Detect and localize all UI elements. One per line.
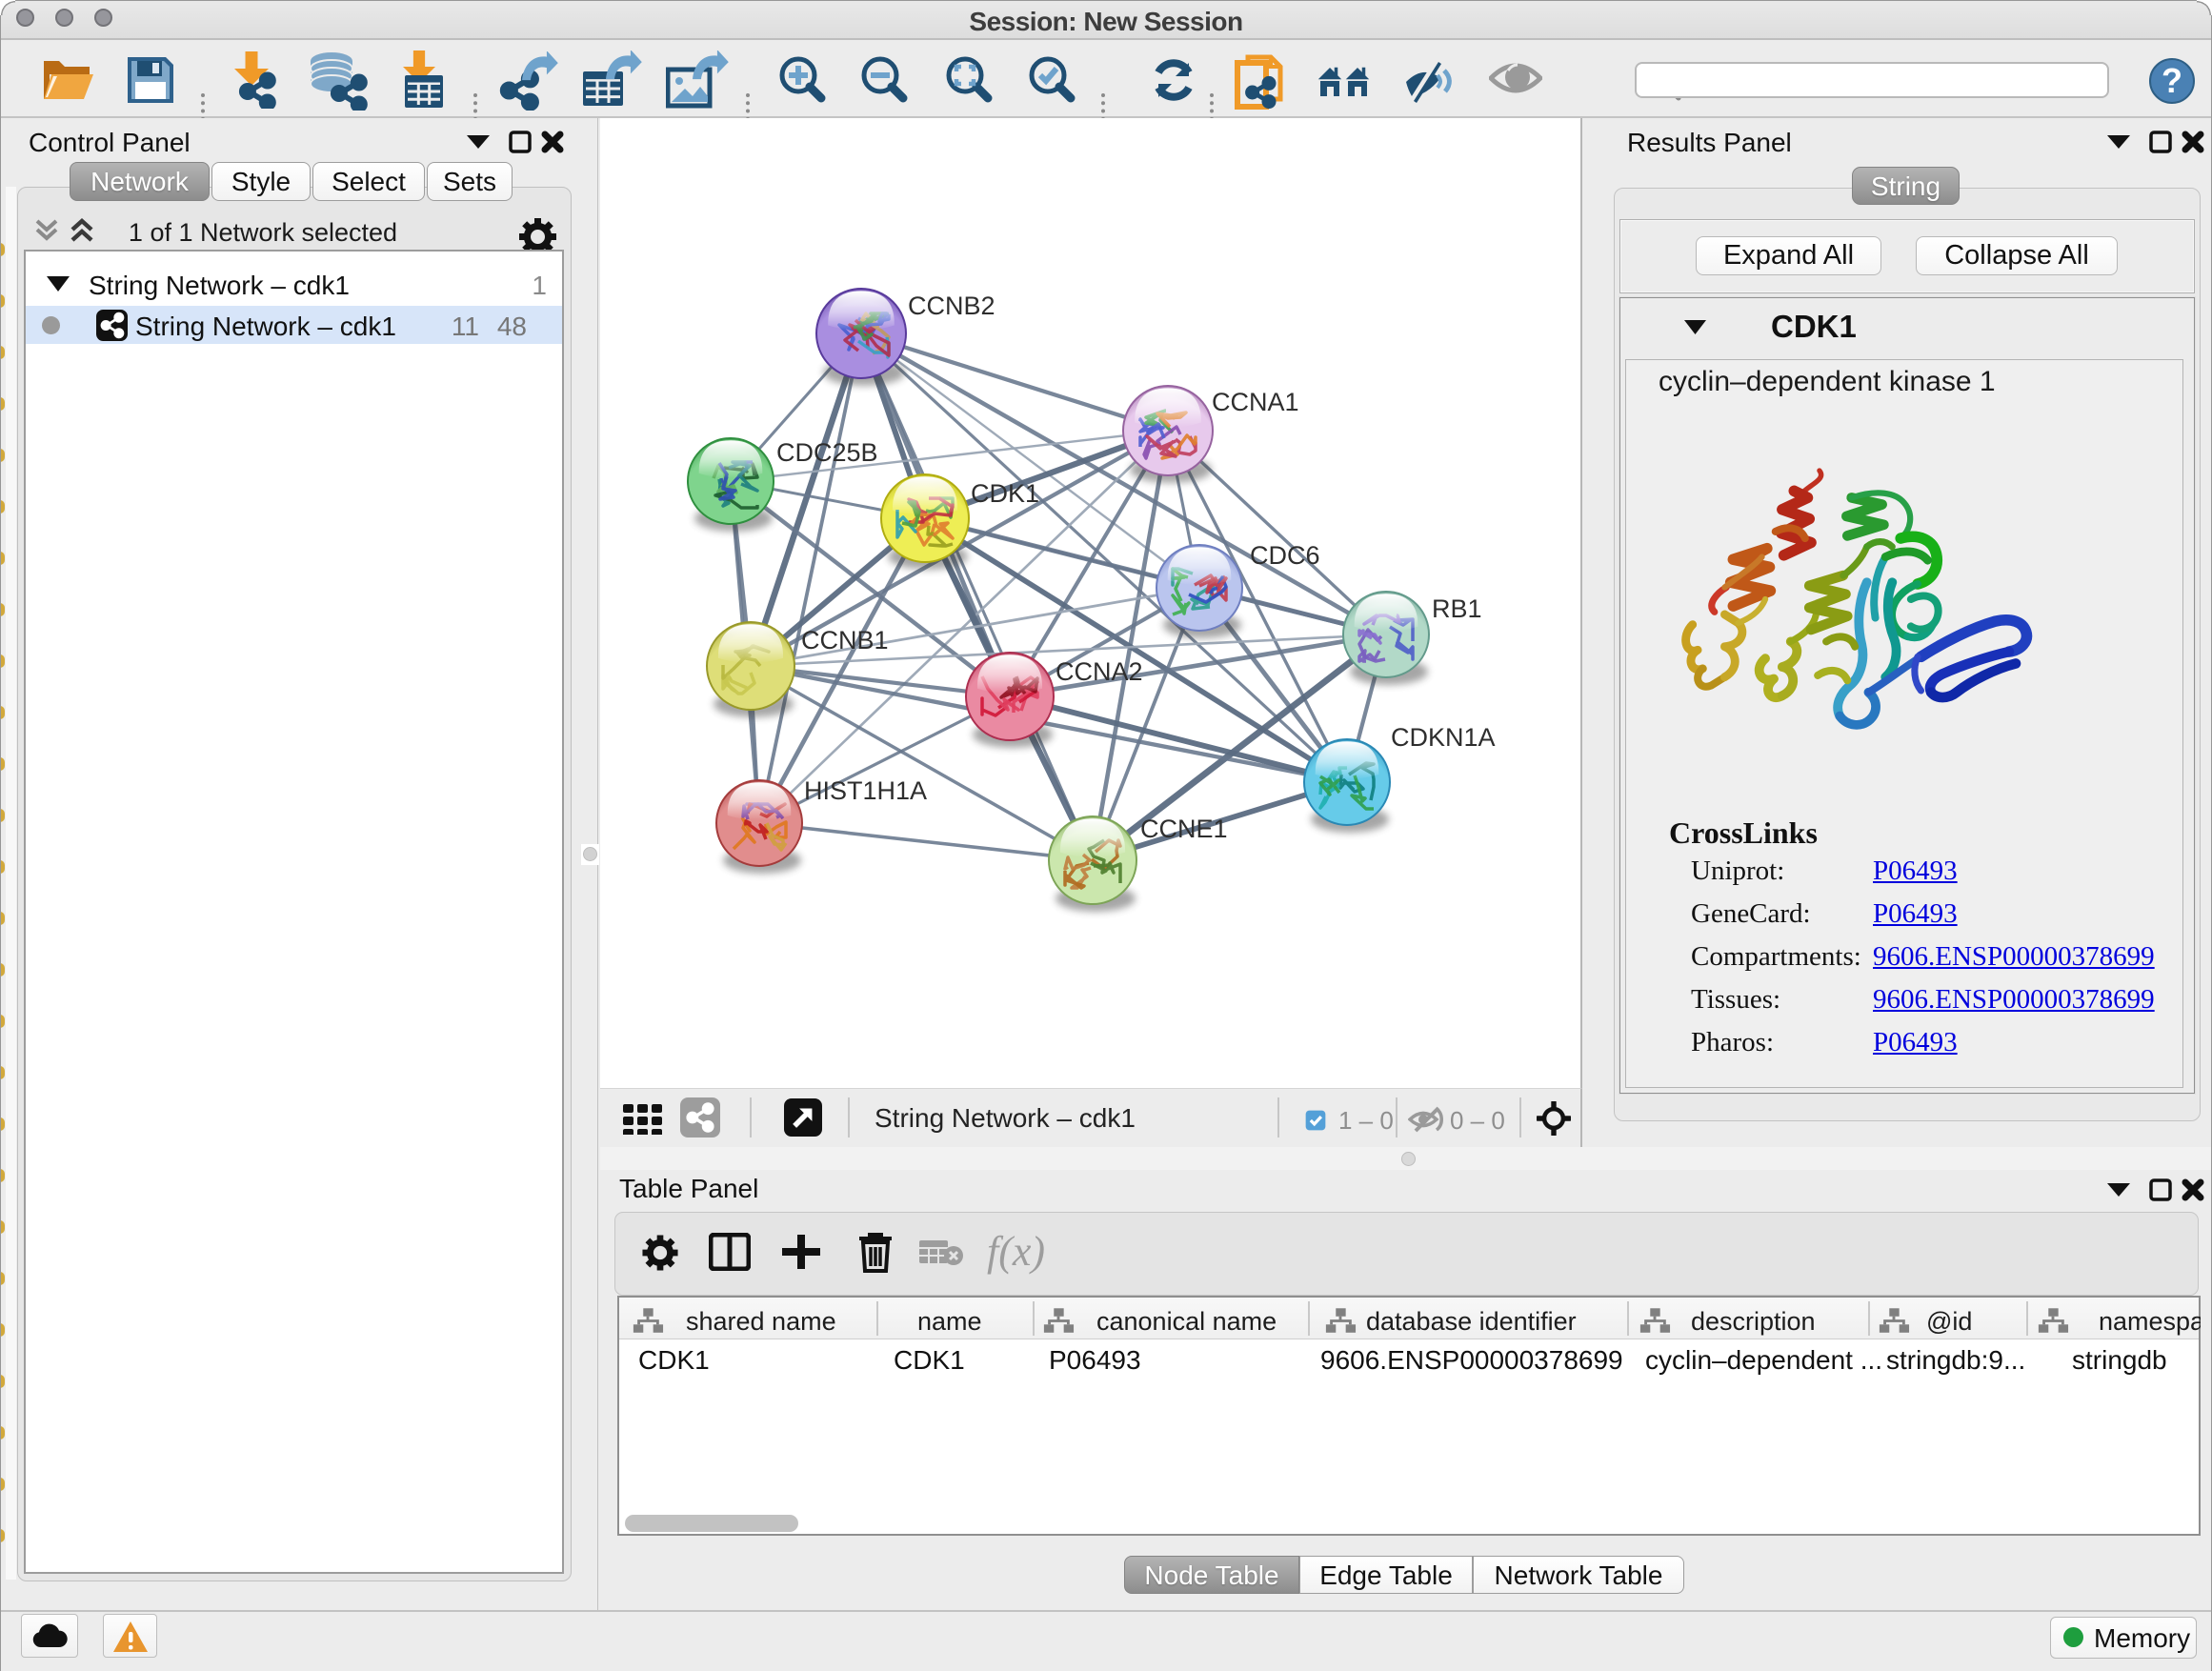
- svg-text:RB1: RB1: [1432, 594, 1482, 623]
- svg-text:CCNB1: CCNB1: [801, 626, 889, 654]
- svg-text:CDC25B: CDC25B: [776, 438, 878, 467]
- svg-text:CDK1: CDK1: [971, 479, 1039, 508]
- svg-text:HIST1H1A: HIST1H1A: [804, 776, 927, 805]
- svg-text:CCNA2: CCNA2: [1056, 657, 1143, 686]
- svg-text:CCNE1: CCNE1: [1140, 815, 1228, 843]
- svg-text:CDC6: CDC6: [1250, 541, 1320, 570]
- svg-text:?: ?: [2162, 61, 2182, 100]
- svg-text:CDKN1A: CDKN1A: [1391, 723, 1496, 752]
- svg-text:CCNB2: CCNB2: [908, 292, 995, 320]
- svg-text:CCNA1: CCNA1: [1212, 388, 1299, 416]
